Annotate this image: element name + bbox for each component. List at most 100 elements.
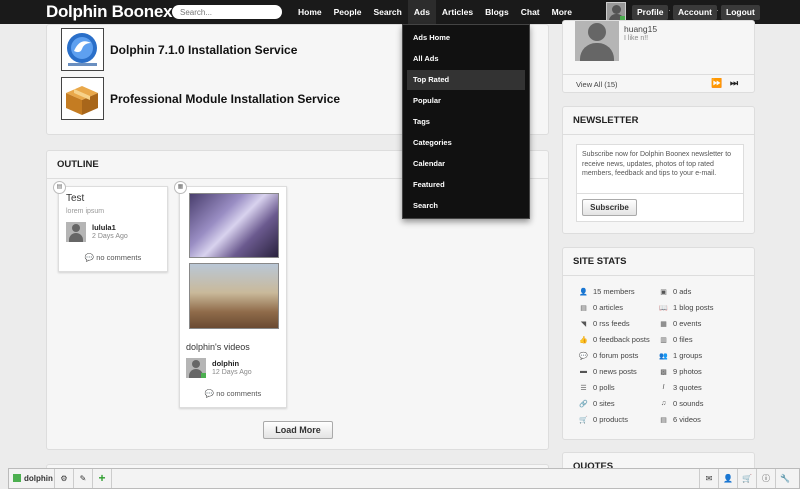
poll-icon: ☰ [580, 384, 587, 392]
profile-button[interactable]: Profile [632, 5, 669, 20]
load-more-button[interactable]: Load More [263, 421, 333, 439]
stat-news[interactable]: ▬ 0 news posts [579, 367, 637, 376]
video-thumbnail-1[interactable] [189, 193, 279, 258]
menu-item-search[interactable]: Search [407, 196, 525, 216]
edit-icon[interactable]: ✎ [75, 469, 91, 488]
video-icon: ▤ [660, 416, 667, 424]
user-avatar[interactable] [606, 2, 626, 22]
next-page-icon[interactable]: ⏩ [711, 78, 722, 89]
cart-icon[interactable]: 🛒 [739, 469, 755, 488]
author-avatar[interactable] [66, 222, 86, 242]
stat-articles[interactable]: ▤ 0 articles [579, 303, 623, 312]
comments-icon: 💬 [579, 352, 588, 360]
news-icon: ▬ [580, 368, 587, 375]
nav-ads[interactable]: Ads [407, 0, 436, 24]
stat-events[interactable]: ▦ 0 events [659, 319, 701, 328]
search-input[interactable] [172, 5, 282, 19]
dolphin-logo-icon[interactable] [61, 28, 104, 71]
menu-item-all-ads[interactable]: All Ads [407, 49, 525, 69]
photo-icon: ▩ [660, 368, 667, 376]
stat-photos[interactable]: ▩ 9 photos [659, 367, 702, 376]
menu-item-featured[interactable]: Featured [407, 175, 525, 195]
ads-icon: ▣ [660, 288, 667, 296]
menu-item-calendar[interactable]: Calendar [407, 154, 525, 174]
text-post-icon: ▤ [53, 181, 66, 194]
newsletter-box: Subscribe now for Dolphin Boonex newslet… [576, 144, 744, 222]
member-name[interactable]: huang15 [624, 24, 657, 34]
status-square-icon [13, 474, 21, 482]
stat-polls[interactable]: ☰ 0 polls [579, 383, 614, 392]
post-time: 12 Days Ago [212, 369, 252, 376]
add-icon[interactable]: + [94, 469, 110, 488]
view-all-link[interactable]: View All (15) [576, 80, 618, 89]
site-stats-title: SITE STATS [573, 256, 627, 267]
menu-item-tags[interactable]: Tags [407, 112, 525, 132]
stat-rss[interactable]: ◥ 0 rss feeds [579, 319, 630, 328]
video-post-icon: ▦ [174, 181, 187, 194]
stat-ads[interactable]: ▣ 0 ads [659, 287, 691, 296]
stat-sounds[interactable]: ♫ 0 sounds [659, 399, 704, 408]
stat-blog[interactable]: 📖 1 blog posts [659, 303, 713, 312]
video-thumbnail-2[interactable] [189, 263, 279, 329]
service-title-1[interactable]: Dolphin 7.1.0 Installation Service [110, 43, 297, 57]
stat-members[interactable]: 👤 15 members [579, 287, 635, 296]
thumbs-up-icon: 👍 [579, 336, 588, 344]
stat-videos[interactable]: ▤ 6 videos [659, 415, 701, 424]
ads-dropdown-menu: Ads Home All Ads Top Rated Popular Tags … [402, 24, 530, 219]
article-icon: ▤ [580, 304, 587, 312]
menu-item-categories[interactable]: Categories [407, 133, 525, 153]
post-time: 2 Days Ago [92, 233, 128, 240]
comment-icon: 💬 [84, 253, 95, 262]
member-status: I like n!! [624, 35, 649, 42]
comments-link[interactable]: 💬 no comments [59, 253, 167, 262]
menu-item-ads-home[interactable]: Ads Home [407, 28, 525, 48]
author-name[interactable]: dolphin [212, 359, 239, 368]
account-button[interactable]: Account [673, 5, 717, 20]
subscribe-button[interactable]: Subscribe [582, 199, 637, 216]
mail-icon[interactable]: ✉ [701, 469, 717, 488]
nav-search[interactable]: Search [368, 0, 408, 24]
link-icon: 🔗 [579, 400, 588, 408]
newsletter-panel: NEWSLETTER Subscribe now for Dolphin Boo… [562, 106, 755, 234]
stat-files[interactable]: ▥ 0 files [659, 335, 692, 344]
nav-articles[interactable]: Articles [436, 0, 479, 24]
info-icon[interactable]: ⓘ [758, 469, 774, 488]
user-icon[interactable]: 👤 [720, 469, 736, 488]
nav-home[interactable]: Home [292, 0, 328, 24]
last-page-icon[interactable]: ⏭ [730, 78, 738, 89]
post-title[interactable]: Test [66, 193, 84, 204]
bottom-user[interactable]: dolphin [13, 469, 59, 488]
logout-button[interactable]: Logout [721, 5, 760, 20]
gear-icon[interactable]: ⚙ [56, 469, 72, 488]
author-avatar[interactable] [186, 358, 206, 378]
menu-item-popular[interactable]: Popular [407, 91, 525, 111]
package-box-icon[interactable] [61, 77, 104, 120]
menu-item-top-rated[interactable]: Top Rated [407, 70, 525, 90]
nav-people[interactable]: People [328, 0, 368, 24]
user-icon: 👤 [579, 288, 588, 296]
author-name[interactable]: lulula1 [92, 223, 116, 232]
stat-feedback[interactable]: 👍 0 feedback posts [579, 335, 650, 344]
comments-link[interactable]: 💬 no comments [180, 389, 286, 398]
stat-sites[interactable]: 🔗 0 sites [579, 399, 615, 408]
comment-icon: 💬 [204, 389, 215, 398]
post-card-text[interactable]: Test lorem ipsum lulula1 2 Days Ago 💬 no… [58, 186, 168, 272]
stat-quotes[interactable]: I3 quotes [659, 383, 702, 392]
cart-icon: 🛒 [579, 416, 588, 424]
rss-icon: ◥ [580, 320, 587, 328]
wrench-icon[interactable]: 🔧 [777, 469, 793, 488]
nav-chat[interactable]: Chat [515, 0, 546, 24]
service-title-2[interactable]: Professional Module Installation Service [110, 92, 340, 106]
post-title[interactable]: dolphin's videos [186, 342, 250, 352]
post-card-video[interactable]: dolphin's videos dolphin 12 Days Ago 💬 n… [179, 186, 287, 408]
nav-blogs[interactable]: Blogs [479, 0, 515, 24]
file-icon: ▥ [660, 336, 667, 344]
stat-groups[interactable]: 👥 1 groups [659, 351, 702, 360]
newsletter-title: NEWSLETTER [573, 115, 639, 126]
stat-forum[interactable]: 💬 0 forum posts [579, 351, 638, 360]
site-logo[interactable]: Dolphin Boonex [46, 2, 172, 22]
stat-products[interactable]: 🛒 0 products [579, 415, 628, 424]
member-avatar[interactable] [575, 21, 619, 61]
quote-icon: I [662, 384, 665, 391]
outline-title: OUTLINE [57, 159, 99, 170]
